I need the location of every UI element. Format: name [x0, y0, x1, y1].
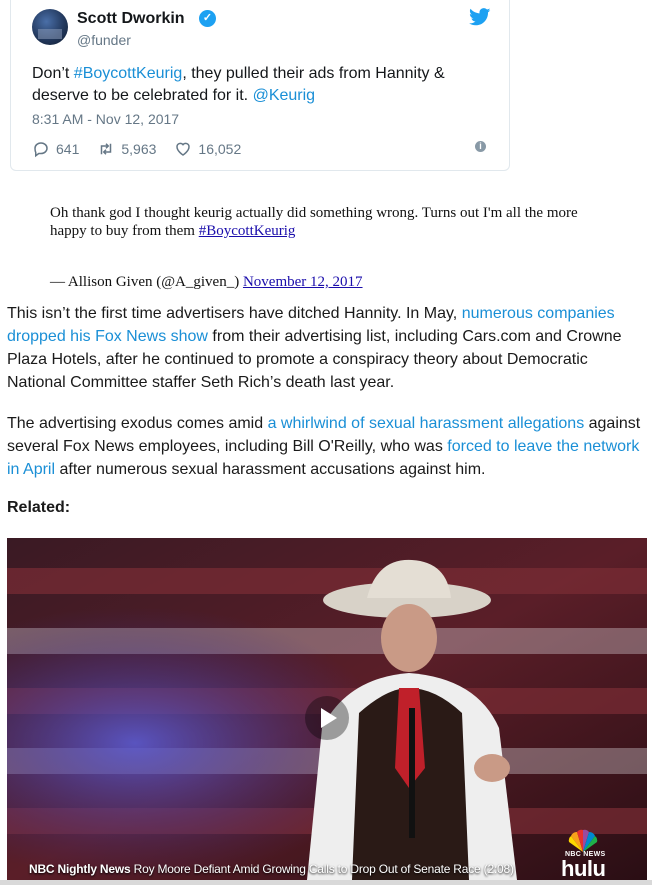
paragraph-text: The advertising exodus comes amid: [7, 415, 268, 432]
paragraph-text: This isn’t the first time advertisers ha…: [7, 305, 462, 322]
hashtag-link[interactable]: #BoycottKeurig: [74, 65, 183, 82]
tweet-text-part: Don’t: [32, 65, 74, 82]
info-icon[interactable]: i: [475, 141, 486, 152]
retweet-count: 5,963: [121, 141, 157, 157]
tweet-author-name[interactable]: Scott Dworkin: [77, 10, 185, 28]
tweet-text: Don’t #BoycottKeurig, they pulled their …: [32, 63, 482, 107]
like-heart-icon: [176, 142, 191, 156]
video-player[interactable]: NBC NEWS hulu NBC Nightly News Roy Moore…: [7, 538, 647, 880]
twitter-bird-icon[interactable]: [469, 8, 491, 26]
play-icon[interactable]: [305, 696, 349, 740]
article-paragraph-1: This isn’t the first time advertisers ha…: [7, 302, 647, 394]
avatar[interactable]: [32, 9, 68, 45]
tweet-actions: 641 5,963 16,052: [32, 140, 259, 158]
reply-icon: [34, 142, 48, 158]
hulu-logo: hulu: [561, 856, 606, 880]
embedded-tweet-card[interactable]: Scott Dworkin ✓ @funder Don’t #BoycottKe…: [10, 0, 510, 171]
like-button[interactable]: 16,052: [174, 140, 241, 158]
harassment-allegations-link[interactable]: a whirlwind of sexual harassment allegat…: [268, 415, 585, 432]
blockquote-attribution: — Allison Given (@A_given_) November 12,…: [50, 274, 363, 291]
tweet-handle[interactable]: @funder: [77, 32, 131, 48]
video-source: NBC Nightly News: [29, 862, 131, 876]
reply-button[interactable]: 641: [32, 140, 79, 158]
verified-badge-icon: ✓: [199, 10, 216, 27]
reply-count: 641: [56, 141, 80, 157]
blockquote-date-link[interactable]: November 12, 2017: [243, 274, 363, 290]
blockquote-tweet: Oh thank god I thought keurig actually d…: [50, 204, 610, 240]
tweet-timestamp[interactable]: 8:31 AM - Nov 12, 2017: [32, 111, 179, 127]
video-title: Roy Moore Defiant Amid Growing Calls to …: [133, 862, 514, 876]
blockquote-text: Oh thank god I thought keurig actually d…: [50, 205, 578, 239]
retweet-button[interactable]: 5,963: [97, 140, 156, 158]
paragraph-text: after numerous sexual harassment accusat…: [55, 461, 486, 478]
scrollbar-track[interactable]: [0, 880, 652, 885]
blockquote-hashtag-link[interactable]: #BoycottKeurig: [199, 223, 296, 239]
mention-link[interactable]: @Keurig: [253, 87, 316, 104]
retweet-icon: [101, 143, 112, 155]
attribution-text: — Allison Given (@A_given_): [50, 274, 243, 290]
like-count: 16,052: [198, 141, 242, 157]
video-caption: NBC Nightly News Roy Moore Defiant Amid …: [29, 862, 514, 876]
article-paragraph-2: The advertising exodus comes amid a whir…: [7, 412, 647, 481]
related-label: Related:: [7, 499, 71, 516]
